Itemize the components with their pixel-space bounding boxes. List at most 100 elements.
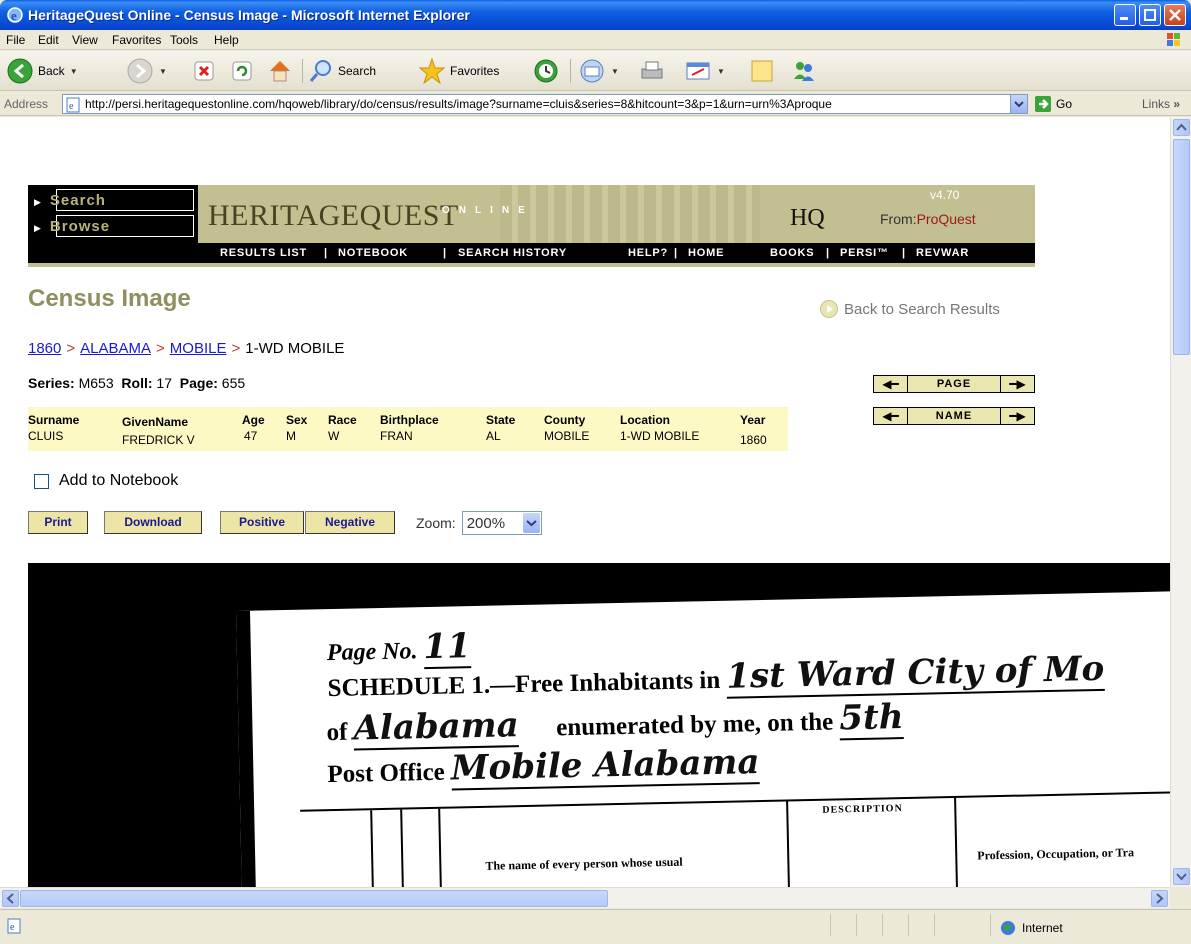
nav-browse-label: Browse	[49, 218, 111, 235]
census-image[interactable]: Page No. 11 SCHEDULE 1.—Free Inhabitants…	[28, 563, 1170, 887]
prev-name-button[interactable]: ◀━	[874, 408, 908, 424]
svg-text:e: e	[69, 101, 74, 112]
address-bar: Address e http://persi.heritagequestonli…	[0, 92, 1191, 116]
edit-button[interactable]: ▼	[684, 57, 725, 85]
page-status-icon: e	[7, 918, 21, 934]
census-of: of	[326, 718, 348, 747]
nav-revwar[interactable]: REVWAR	[916, 247, 969, 259]
triangle-icon: ▶	[34, 223, 42, 233]
prev-page-button[interactable]: ◀━	[874, 376, 908, 392]
nav-results-list[interactable]: RESULTS LIST	[220, 247, 307, 259]
heritagequest-logo[interactable]: HERITAGEQUEST	[208, 199, 459, 233]
breadcrumb-year[interactable]: 1860	[28, 340, 61, 357]
horizontal-scroll-thumb[interactable]	[20, 890, 608, 907]
value-age: 47	[244, 429, 258, 443]
window-title: HeritageQuest Online - Census Image - Mi…	[28, 7, 470, 23]
series-label: Series:	[28, 375, 75, 391]
refresh-button[interactable]	[230, 57, 254, 85]
refresh-icon	[232, 61, 252, 81]
vertical-scrollbar[interactable]	[1170, 117, 1191, 887]
page-label: Page:	[179, 375, 218, 391]
favorites-star-icon	[418, 57, 446, 85]
negative-button[interactable]: Negative	[305, 511, 395, 534]
scroll-up-button[interactable]	[1173, 119, 1190, 136]
back-to-results-link[interactable]: Back to Search Results	[820, 300, 1000, 318]
back-button[interactable]: Back ▼	[6, 57, 78, 85]
address-input[interactable]: e http://persi.heritagequestonline.com/h…	[62, 94, 1028, 114]
history-button[interactable]	[532, 57, 560, 85]
back-dropdown-icon[interactable]: ▼	[70, 67, 78, 76]
proquest-label: ProQuest	[916, 211, 976, 227]
go-button[interactable]: Go	[1034, 95, 1072, 113]
stop-button[interactable]	[192, 57, 216, 85]
page-value: 655	[221, 375, 246, 391]
links-button[interactable]: Links »	[1142, 97, 1180, 111]
favorites-button[interactable]: Favorites	[418, 57, 499, 85]
menu-file[interactable]: File	[6, 33, 25, 47]
messenger-icon	[794, 62, 814, 81]
page-title: Census Image	[28, 285, 191, 312]
address-url[interactable]: http://persi.heritagequestonline.com/hqo…	[85, 97, 1005, 111]
zoom-dropdown-button[interactable]	[522, 513, 540, 533]
positive-button[interactable]: Positive	[220, 511, 304, 534]
vertical-scroll-thumb[interactable]	[1173, 139, 1190, 355]
minimize-button[interactable]	[1114, 4, 1136, 26]
next-name-button[interactable]: ━▶	[1000, 408, 1034, 424]
close-button[interactable]	[1164, 4, 1186, 26]
address-label: Address	[4, 97, 49, 111]
nav-help[interactable]: HELP?	[628, 247, 668, 259]
breadcrumb-state[interactable]: ALABAMA	[80, 340, 151, 357]
menu-help[interactable]: Help	[214, 33, 239, 47]
download-button[interactable]: Download	[104, 511, 202, 534]
discuss-button[interactable]	[748, 57, 776, 85]
scroll-down-button[interactable]	[1173, 868, 1190, 885]
value-year: 1860	[740, 433, 767, 447]
from-label: From:	[880, 211, 917, 227]
menu-tools[interactable]: Tools	[170, 33, 198, 47]
nav-browse-link[interactable]: ▶ Browse	[34, 218, 110, 235]
nav-persi[interactable]: PERSI™	[840, 247, 889, 259]
scroll-left-button[interactable]	[2, 890, 19, 907]
menu-view[interactable]: View	[72, 33, 98, 47]
search-button[interactable]: Search	[308, 57, 376, 85]
nav-books[interactable]: BOOKS	[770, 247, 814, 259]
menu-edit[interactable]: Edit	[38, 33, 59, 47]
census-state-handwritten: Alabama	[353, 705, 520, 751]
nav-separator: |	[324, 247, 328, 259]
roll-label: Roll:	[121, 375, 153, 391]
zoom-select[interactable]: 200%	[461, 511, 542, 535]
census-profession-column: Profession, Occupation, or Tra	[977, 845, 1135, 863]
zoom-control: Zoom: 200%	[416, 511, 542, 535]
zoom-value: 200%	[466, 515, 506, 532]
address-dropdown-button[interactable]	[1010, 95, 1027, 113]
forward-button[interactable]: ▼	[126, 57, 167, 85]
mail-button[interactable]: ▼	[578, 57, 619, 85]
nav-home[interactable]: HOME	[688, 247, 724, 259]
add-to-notebook[interactable]: Add to Notebook	[34, 472, 178, 490]
breadcrumb-location: 1-WD MOBILE	[245, 340, 345, 357]
nav-search-history[interactable]: SEARCH HISTORY	[458, 247, 567, 259]
horizontal-scrollbar[interactable]	[0, 887, 1170, 908]
breadcrumb-county[interactable]: MOBILE	[170, 340, 227, 357]
edit-dropdown-icon[interactable]: ▼	[717, 67, 725, 76]
next-page-button[interactable]: ━▶	[1000, 376, 1034, 392]
nav-notebook[interactable]: NOTEBOOK	[338, 247, 408, 259]
mail-dropdown-icon[interactable]: ▼	[611, 67, 619, 76]
home-button[interactable]	[266, 57, 294, 85]
search-label: Search	[338, 64, 377, 78]
print-image-button[interactable]: Print	[28, 511, 88, 534]
scroll-right-button[interactable]	[1151, 890, 1168, 907]
messenger-button[interactable]	[790, 57, 818, 85]
forward-dropdown-icon[interactable]: ▼	[159, 67, 167, 76]
print-button[interactable]	[638, 57, 666, 85]
maximize-button[interactable]	[1139, 4, 1161, 26]
value-surname: CLUIS	[28, 429, 64, 443]
add-to-notebook-checkbox[interactable]	[34, 473, 49, 489]
maximize-icon	[1144, 9, 1156, 21]
breadcrumb-sep: >	[231, 340, 241, 357]
nav-search-link[interactable]: ▶ Search	[34, 192, 106, 209]
menu-favorites[interactable]: Favorites	[112, 33, 161, 47]
stop-icon	[194, 61, 214, 81]
svg-text:e: e	[11, 8, 17, 23]
back-arrow-icon	[7, 58, 33, 84]
